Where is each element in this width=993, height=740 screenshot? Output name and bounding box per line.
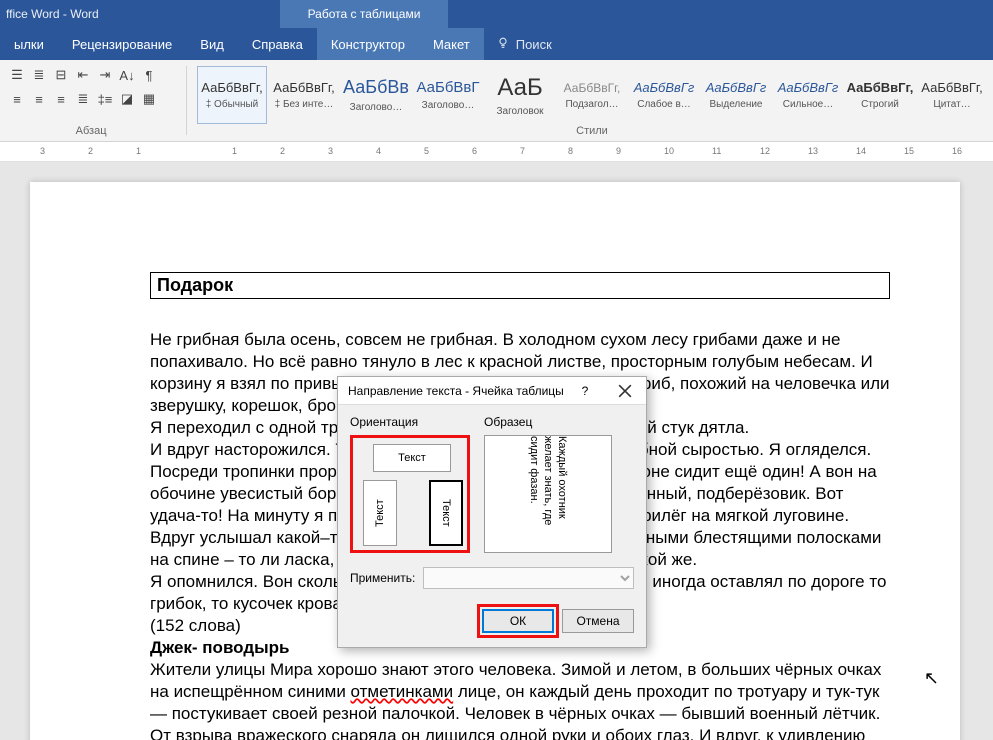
orientation-label: Ориентация: [350, 415, 470, 429]
shading-button[interactable]: ◪: [116, 88, 138, 110]
ribbon-tabs: ылки Рецензирование Вид Справка Конструк…: [0, 28, 993, 60]
style-heading2[interactable]: АаБбВвГЗаголово…: [413, 66, 483, 124]
table-cell[interactable]: Подарок: [150, 272, 890, 299]
styles-gallery[interactable]: АаБбВвГг,‡ Обычный АаБбВвГг,‡ Без инте… …: [197, 64, 987, 124]
orient-vertical-up-button[interactable]: Текст: [363, 480, 397, 546]
style-no-spacing[interactable]: АаБбВвГг,‡ Без инте…: [269, 66, 339, 124]
orient-vertical-down-button[interactable]: Текст: [429, 480, 463, 546]
sample-preview: Каждый охотник желает знать, где сидит ф…: [484, 435, 612, 553]
close-icon: [618, 384, 632, 398]
dialog-help-button[interactable]: ?: [570, 381, 600, 401]
ruler-tick: 12: [760, 146, 770, 156]
align-center-button[interactable]: ≡: [28, 88, 50, 110]
tab-help[interactable]: Справка: [238, 28, 317, 60]
sample-label: Образец: [484, 415, 612, 429]
ruler-tick: 7: [520, 146, 525, 156]
style-normal[interactable]: АаБбВвГг,‡ Обычный: [197, 66, 267, 124]
spellcheck-word: отметинками: [351, 682, 454, 701]
tab-review[interactable]: Рецензирование: [58, 28, 186, 60]
tab-table-layout[interactable]: Макет: [419, 28, 484, 60]
ruler-tick: 13: [808, 146, 818, 156]
multilevel-list-button[interactable]: ⊟: [50, 64, 72, 86]
tell-me-search[interactable]: Поиск: [484, 28, 564, 60]
dialog-title: Направление текста - Ячейка таблицы: [348, 384, 564, 398]
ruler-tick: 1: [136, 146, 141, 156]
borders-button[interactable]: ▦: [138, 88, 160, 110]
ruler-tick: 8: [568, 146, 573, 156]
align-left-button[interactable]: ≡: [6, 88, 28, 110]
numbering-button[interactable]: ≣: [28, 64, 50, 86]
ruler-tick: 14: [856, 146, 866, 156]
increase-indent-button[interactable]: ⇥: [94, 64, 116, 86]
ribbon: ☰ ≣ ⊟ ⇤ ⇥ A↓ ¶ ≡ ≡ ≡ ≣ ‡≡ ◪ ▦ Абзац АаБб…: [0, 60, 993, 142]
ruler-tick: 1: [232, 146, 237, 156]
ruler-tick: 6: [472, 146, 477, 156]
mouse-cursor-icon: ↖: [924, 668, 939, 689]
orient-horizontal-button[interactable]: Текст: [373, 444, 451, 472]
apply-to-label: Применить:: [350, 571, 415, 585]
doc-heading: Джек- поводырь: [150, 638, 289, 657]
style-heading1[interactable]: АаБбВвЗаголово…: [341, 66, 411, 124]
horizontal-ruler[interactable]: 32112345678910111213141516: [0, 142, 993, 162]
align-right-button[interactable]: ≡: [50, 88, 72, 110]
text-direction-dialog: Направление текста - Ячейка таблицы ? Ор…: [337, 376, 647, 648]
style-subtle-emphasis[interactable]: АаБбВвГгСлабое в…: [629, 66, 699, 124]
ruler-tick: 4: [376, 146, 381, 156]
dialog-title-bar[interactable]: Направление текста - Ячейка таблицы ?: [338, 377, 646, 405]
ruler-tick: 2: [280, 146, 285, 156]
sample-text: Каждый охотник желает знать, где сидит ф…: [527, 436, 569, 552]
ribbon-group-styles: АаБбВвГг,‡ Обычный АаБбВвГг,‡ Без инте… …: [191, 60, 993, 141]
justify-button[interactable]: ≣: [72, 88, 94, 110]
style-title[interactable]: АаБЗаголовок: [485, 66, 555, 124]
ok-button[interactable]: ОК: [482, 609, 554, 633]
ruler-tick: 9: [616, 146, 621, 156]
styles-group-label: Стили: [197, 125, 987, 139]
ribbon-group-paragraph: ☰ ≣ ⊟ ⇤ ⇥ A↓ ¶ ≡ ≡ ≡ ≣ ‡≡ ◪ ▦ Абзац: [0, 60, 182, 141]
tab-table-design[interactable]: Конструктор: [317, 28, 419, 60]
lightbulb-icon: [496, 36, 510, 53]
line-spacing-button[interactable]: ‡≡: [94, 88, 116, 110]
decrease-indent-button[interactable]: ⇤: [72, 64, 94, 86]
show-marks-button[interactable]: ¶: [138, 64, 160, 86]
contextual-tab-label: Работа с таблицами: [280, 0, 448, 28]
tab-view[interactable]: Вид: [186, 28, 238, 60]
ruler-tick: 2: [88, 146, 93, 156]
style-emphasis[interactable]: АаБбВвГгВыделение: [701, 66, 771, 124]
ruler-tick: 15: [904, 146, 914, 156]
style-quote[interactable]: АаБбВвГг,Цитат…: [917, 66, 987, 124]
cancel-button[interactable]: Отмена: [562, 609, 634, 633]
paragraph-group-label: Абзац: [6, 125, 176, 139]
apply-to-select[interactable]: [423, 567, 634, 589]
sort-button[interactable]: A↓: [116, 64, 138, 86]
ruler-tick: 16: [952, 146, 962, 156]
dialog-close-button[interactable]: [610, 381, 640, 401]
bullets-button[interactable]: ☰: [6, 64, 28, 86]
ribbon-separator: [186, 66, 187, 135]
style-intense-emphasis[interactable]: АаБбВвГгСильное…: [773, 66, 843, 124]
ruler-tick: 5: [424, 146, 429, 156]
ruler-tick: 3: [328, 146, 333, 156]
style-subtitle[interactable]: АаБбВвГг,Подзагол…: [557, 66, 627, 124]
ruler-tick: 3: [40, 146, 45, 156]
title-bar: ffice Word - Word Работа с таблицами: [0, 0, 993, 28]
style-strong[interactable]: АаБбВвГг,Строгий: [845, 66, 915, 124]
ruler-tick: 10: [664, 146, 674, 156]
app-title: ffice Word - Word: [0, 7, 99, 21]
orientation-picker: Текст Текст Текст: [350, 435, 470, 553]
tab-links[interactable]: ылки: [0, 28, 58, 60]
ruler-tick: 11: [712, 146, 721, 156]
